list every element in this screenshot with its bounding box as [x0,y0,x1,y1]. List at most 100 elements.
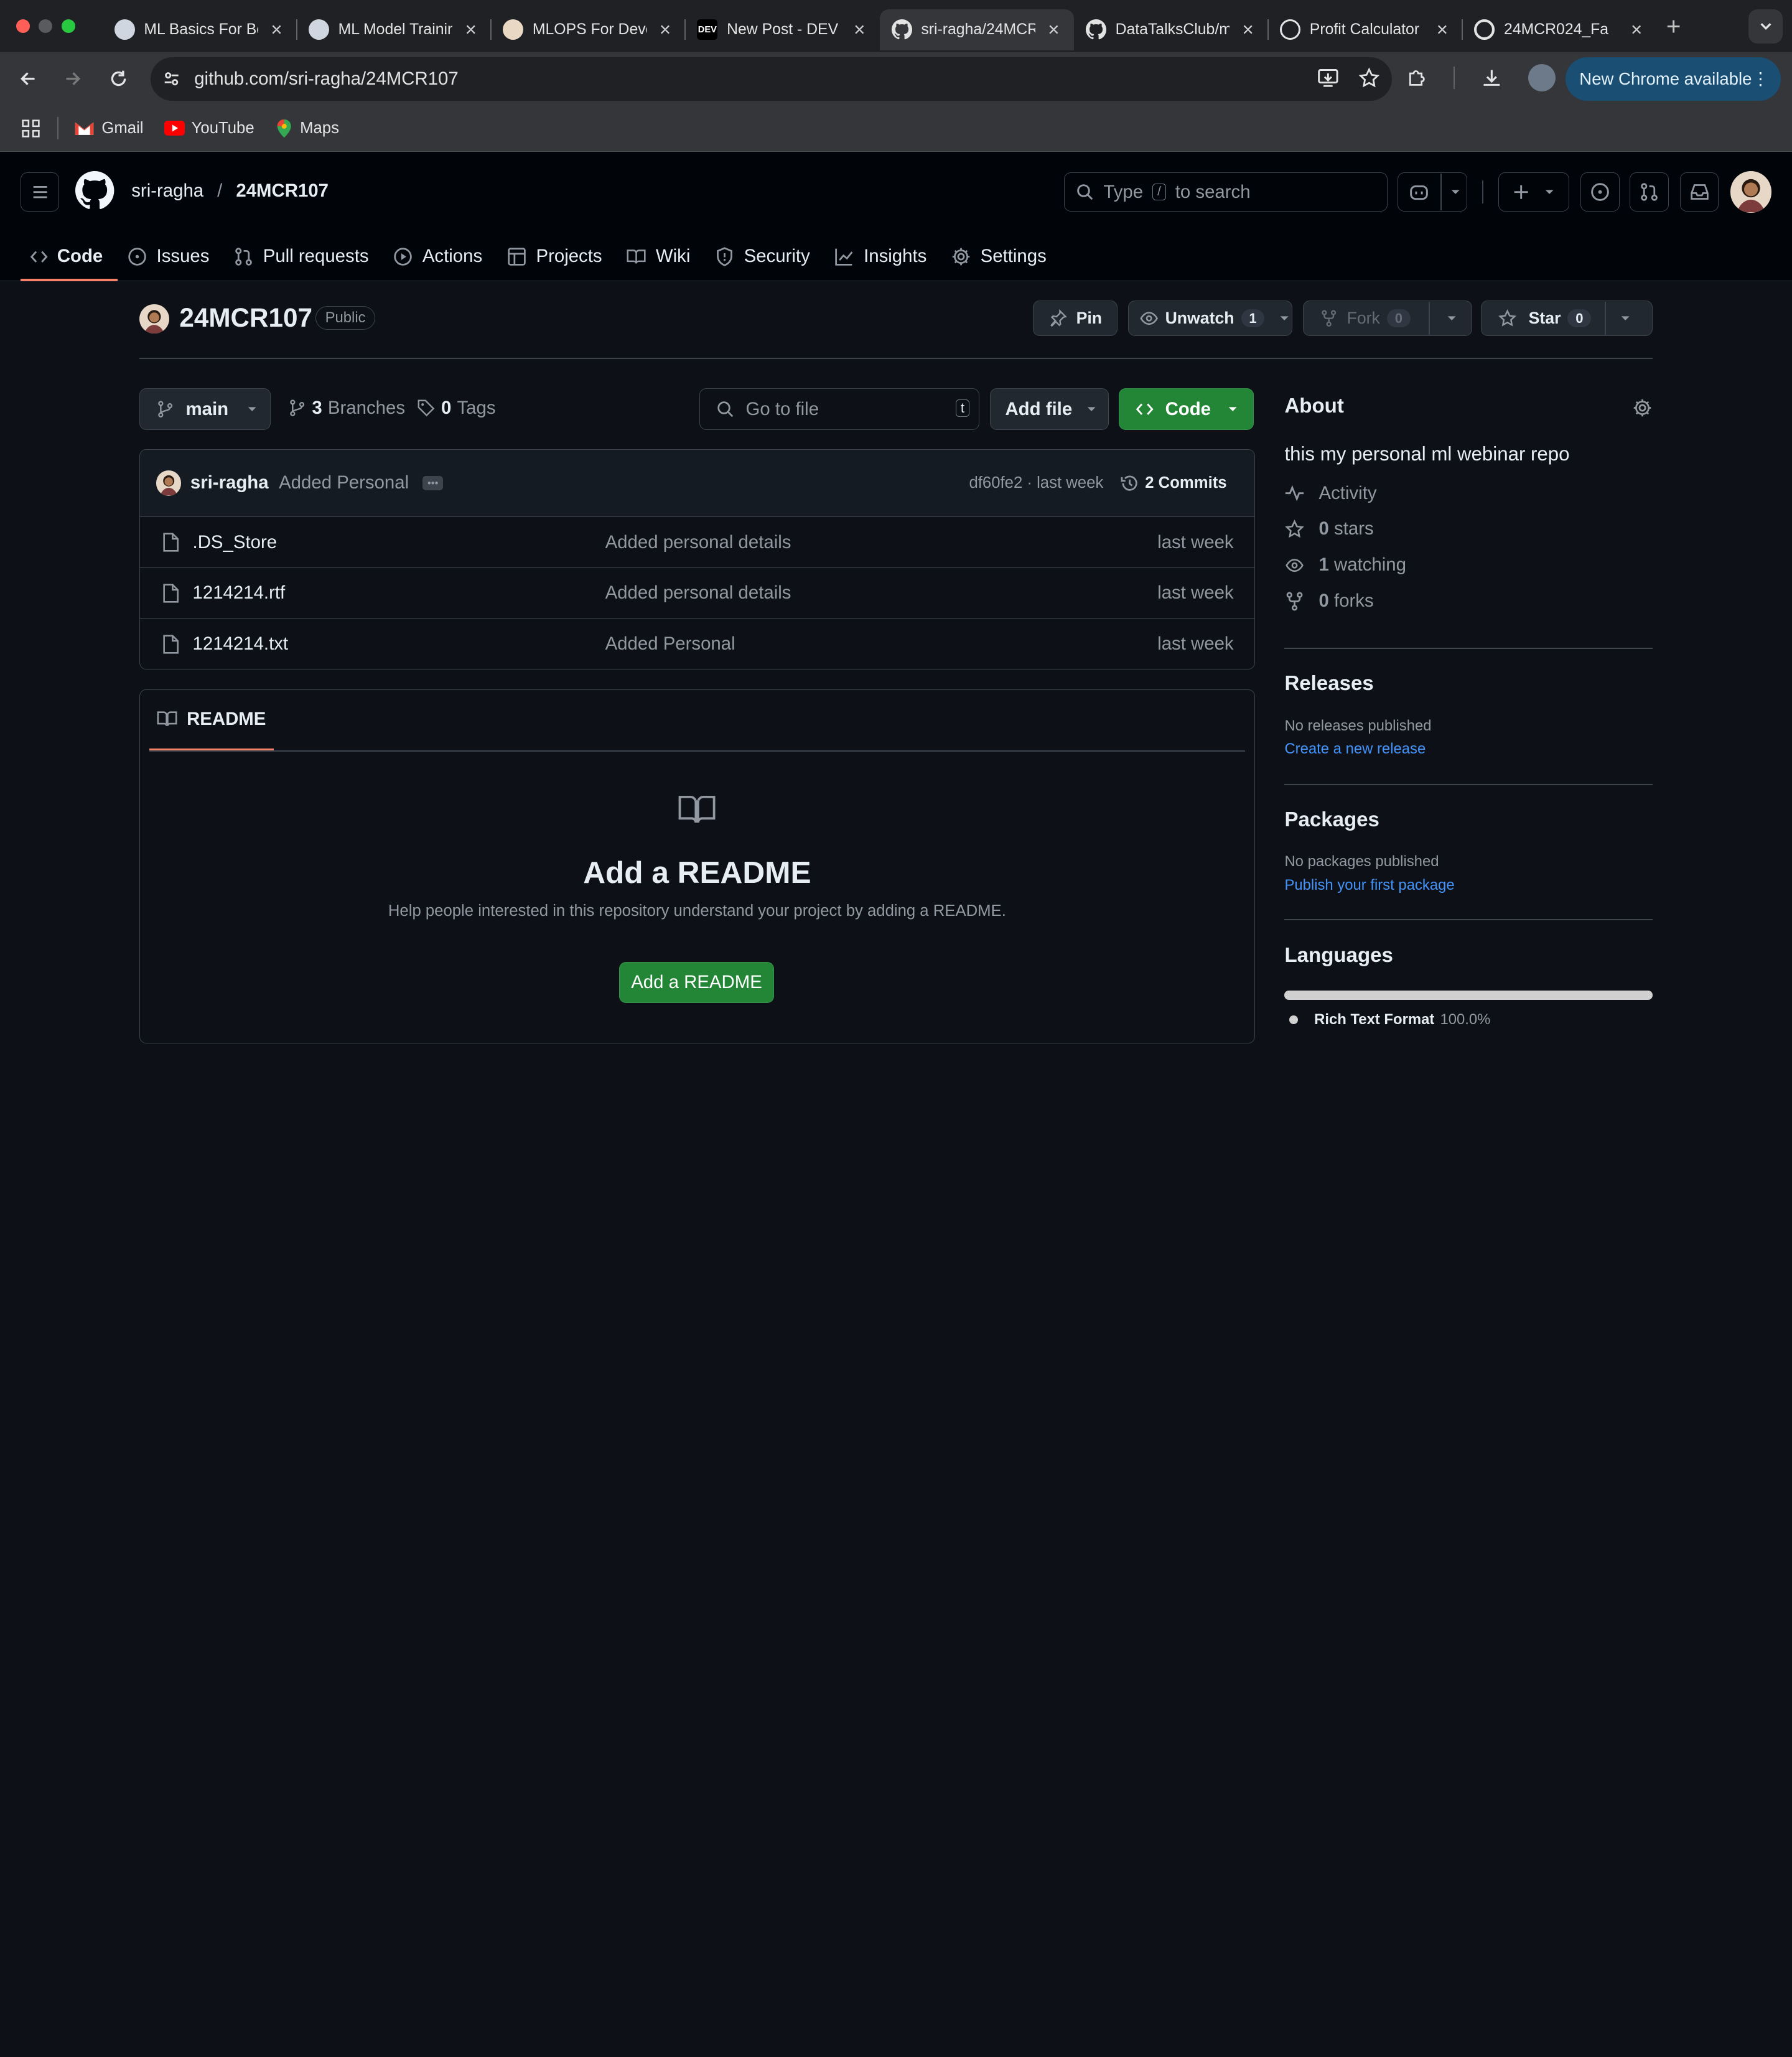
tab-label: Settings [980,246,1047,267]
browser-tab[interactable]: 24MCR024_Fa × [1463,9,1657,50]
new-tab-button[interactable]: + [1666,12,1681,41]
profile-avatar[interactable] [1528,63,1556,91]
bookmark-youtube[interactable]: YouTube [164,119,254,138]
repo-title[interactable]: 24MCR107 [179,303,312,333]
close-tab-icon[interactable]: × [462,19,480,41]
maximize-window-button[interactable] [62,19,76,34]
packages-section: Packages No packages published Publish y… [1284,808,1652,894]
commit-author[interactable]: sri-ragha [190,472,269,493]
go-to-file-input[interactable]: Go to file t [699,388,980,430]
forward-button[interactable] [50,56,96,101]
tab-search-button[interactable] [1748,9,1783,44]
tab-code[interactable]: Code [21,232,118,281]
downloads-icon[interactable] [1480,67,1503,90]
close-window-button[interactable] [16,19,30,34]
packages-heading[interactable]: Packages [1284,808,1652,832]
file-commit-message[interactable]: Added Personal [605,633,735,655]
copilot-button[interactable] [1398,172,1468,212]
file-name[interactable]: .DS_Store [193,532,278,553]
tab-settings[interactable]: Settings [941,232,1061,281]
unwatch-button[interactable]: Unwatch 1 [1127,301,1293,336]
extensions-icon[interactable] [1406,67,1429,90]
language-item[interactable]: Rich Text Format 100.0% [1284,1011,1652,1028]
bookmark-maps[interactable]: Maps [275,118,339,139]
close-tab-icon[interactable]: × [1239,19,1257,41]
browser-tab[interactable]: DEV New Post - DEV × [686,9,880,50]
publish-package-link[interactable]: Publish your first package [1284,877,1652,894]
stars-link[interactable]: 0 stars [1284,518,1652,539]
star-button[interactable]: Star 0 [1481,301,1653,336]
bookmark-star-icon[interactable] [1358,67,1381,90]
tab-insights[interactable]: Insights [825,232,942,281]
address-bar[interactable]: github.com/sri-ragha/24MCR107 [151,57,1393,101]
tab-security[interactable]: Security [705,232,824,281]
tab-projects[interactable]: Projects [497,232,617,281]
site-settings-icon[interactable] [160,67,183,90]
minimize-window-button[interactable] [39,19,53,34]
branch-selector[interactable]: main [139,388,271,430]
tab-title: sri-ragha/24MCR107 [921,21,1035,38]
commit-hash-time[interactable]: df60fe2 · last week [969,474,1103,492]
tab-pull-requests[interactable]: Pull requests [224,232,383,281]
back-button[interactable] [4,56,50,101]
chrome-update-button[interactable]: New Chrome available ⋮ [1566,57,1781,101]
pin-button[interactable]: Pin [1033,301,1118,336]
close-tab-icon[interactable]: × [1433,19,1451,41]
user-avatar[interactable] [1730,171,1771,213]
close-tab-icon[interactable]: × [656,19,674,41]
owner-link[interactable]: sri-ragha [131,180,203,202]
url-text[interactable]: github.com/sri-ragha/24MCR107 [194,68,459,90]
repo-link[interactable]: 24MCR107 [236,180,329,202]
commits-link[interactable]: 2 Commits [1120,473,1227,493]
commit-author-avatar[interactable] [156,470,182,496]
issues-button[interactable] [1580,172,1620,212]
file-row[interactable]: 1214214.txt Added Personal last week [140,619,1254,669]
browser-tab-active[interactable]: sri-ragha/24MCR107 × [880,9,1075,50]
file-row[interactable]: 1214214.rtf Added personal details last … [140,568,1254,619]
chevron-down-icon[interactable] [1446,312,1457,324]
ellipsis-icon[interactable]: ••• [422,476,444,490]
file-commit-message[interactable]: Added personal details [605,532,791,553]
menu-button[interactable] [21,172,60,212]
create-new-button[interactable] [1498,172,1569,212]
pull-requests-button[interactable] [1630,172,1669,212]
create-release-link[interactable]: Create a new release [1284,740,1652,758]
search-input[interactable]: Type / to search [1063,172,1388,212]
watching-link[interactable]: 1 watching [1284,554,1652,576]
readme-tab[interactable]: README [149,690,274,750]
reload-button[interactable] [96,56,141,101]
close-tab-icon[interactable]: × [1627,19,1645,41]
file-name[interactable]: 1214214.rtf [193,582,286,604]
gear-icon[interactable] [1632,398,1653,418]
browser-tab[interactable]: ML Model Training × [297,9,492,50]
tab-issues[interactable]: Issues [118,232,224,281]
tab-actions[interactable]: Actions [383,232,497,281]
browser-tab[interactable]: Profit Calculator × [1269,9,1463,50]
forks-link[interactable]: 0 forks [1284,590,1652,612]
chevron-down-icon[interactable] [1620,312,1631,324]
browser-tab[interactable]: DataTalksClub/mlops × [1074,9,1269,50]
add-file-button[interactable]: Add file [989,388,1109,430]
close-tab-icon[interactable]: × [851,19,869,41]
branches-link[interactable]: 3 Branches [288,398,405,419]
file-row[interactable]: .DS_Store Added personal details last we… [140,517,1254,568]
install-app-icon[interactable] [1317,67,1340,90]
github-logo-icon[interactable] [75,171,114,210]
file-commit-message[interactable]: Added personal details [605,582,791,604]
apps-grid-icon[interactable] [21,118,41,139]
activity-link[interactable]: Activity [1284,483,1652,504]
close-tab-icon[interactable]: × [268,19,286,41]
browser-tab[interactable]: ML Basics For Beginners × [103,9,297,50]
fork-button[interactable]: Fork 0 [1302,301,1472,336]
commit-message[interactable]: Added Personal [279,472,409,493]
tags-link[interactable]: 0 Tags [417,398,496,419]
file-name[interactable]: 1214214.txt [193,633,289,655]
inbox-button[interactable] [1679,172,1719,212]
add-readme-button[interactable]: Add a README [618,961,775,1003]
close-tab-icon[interactable]: × [1045,19,1063,41]
code-dropdown-button[interactable]: Code [1119,388,1254,430]
bookmark-gmail[interactable]: Gmail [74,119,144,138]
tab-wiki[interactable]: Wiki [617,232,705,281]
releases-heading[interactable]: Releases [1284,672,1652,696]
browser-tab[interactable]: MLOPS For Developers × [492,9,686,50]
